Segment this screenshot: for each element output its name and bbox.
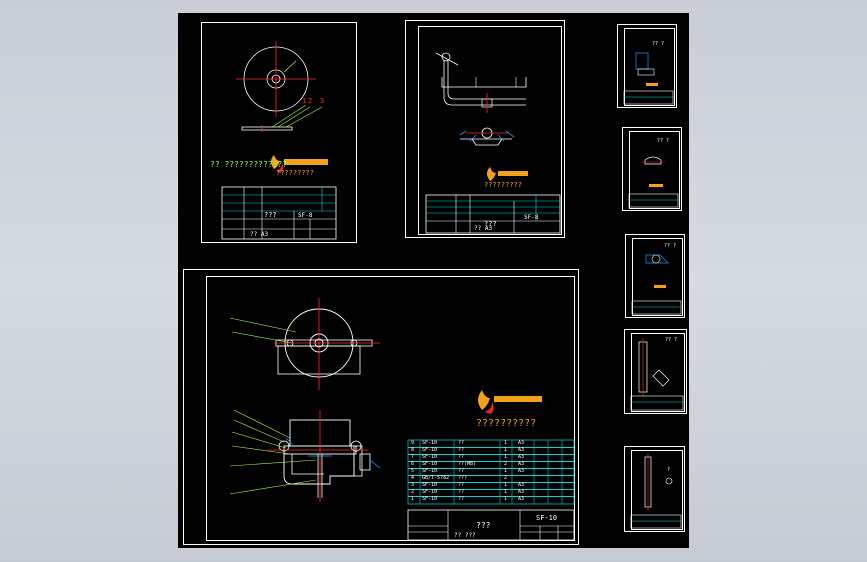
- part-qty: 1: [504, 440, 508, 446]
- thumbnail-sheet-4[interactable]: ?? ?: [624, 329, 687, 414]
- part-name: ??: [458, 496, 465, 502]
- logo-caption: ?????????: [484, 181, 522, 189]
- part-code: GB/T-5782: [422, 475, 450, 481]
- leader-number-3: 3: [320, 97, 325, 105]
- thumbnail-title: ?: [667, 467, 671, 473]
- part-sheet: A3: [518, 482, 525, 488]
- thumbnail-graphics: [628, 156, 679, 208]
- part-code: SF-10: [422, 461, 438, 467]
- thumbnail-sheet-1[interactable]: ?? ?: [617, 24, 677, 108]
- part-sheet: A3: [518, 440, 525, 446]
- part-sheet: A3: [518, 461, 525, 467]
- green-notes: ?? ?????????????: [210, 160, 288, 169]
- part-index: 3: [411, 482, 415, 488]
- thumbnail-graphics: [630, 453, 682, 529]
- drawing-code: SF-8: [298, 212, 313, 219]
- thumbnail-title: ?? ?: [665, 337, 678, 343]
- thumbnail-sheet-2[interactable]: ?? ?: [622, 127, 682, 211]
- thumbnail-graphics: [623, 52, 674, 105]
- title-label: ???: [264, 211, 277, 219]
- part-code: SF-10: [422, 468, 438, 474]
- part-index: 2: [411, 489, 415, 495]
- part-qty: 2: [504, 475, 508, 481]
- part-code: SF-10: [422, 482, 438, 488]
- part-sheet: A3: [518, 468, 525, 474]
- parts-row: 1 SF-10 ?? 1 A3: [408, 496, 574, 503]
- part-sheet: A3: [518, 454, 525, 460]
- title-label: ???: [476, 521, 491, 530]
- part-sheet: A3: [518, 496, 525, 502]
- leader-number-2: 2: [308, 97, 313, 105]
- part-sheet: A3: [518, 489, 525, 495]
- part-index: 4: [411, 475, 415, 481]
- thumbnail-title: ?? ?: [652, 41, 665, 47]
- sheet-1-graphics: [221, 41, 337, 240]
- drawing-sheet-2[interactable]: ????????? ??? SF-8 ?? A3: [405, 20, 565, 238]
- part-qty: 1: [504, 447, 508, 453]
- scale-text: ?? A3: [474, 225, 493, 232]
- part-index: 7: [411, 454, 415, 460]
- part-index: 5: [411, 468, 415, 474]
- part-name: ??: [458, 454, 465, 460]
- part-qty: 1: [504, 496, 508, 502]
- drawing-sheet-1[interactable]: 1 2 3 ?? ????????????? ????????? ??? SF-…: [201, 22, 357, 243]
- part-index: 8: [411, 447, 415, 453]
- drawing-code: SF-8: [524, 214, 539, 221]
- part-code: SF-10: [422, 440, 438, 446]
- drawing-code: SF-10: [536, 514, 558, 522]
- part-qty: 2: [504, 461, 508, 467]
- cad-drawing-canvas[interactable]: 1 2 3 ?? ????????????? ????????? ??? SF-…: [178, 13, 689, 548]
- part-sheet: A3: [518, 447, 525, 453]
- thumbnail-title: ?? ?: [657, 138, 670, 144]
- part-qty: 1: [504, 454, 508, 460]
- part-name: ??: [458, 447, 465, 453]
- part-qty: 1: [504, 489, 508, 495]
- scale-text: ?? ???: [454, 532, 476, 539]
- part-name: ??(M8): [458, 461, 477, 467]
- part-index: 1: [411, 496, 415, 502]
- part-name: ??: [458, 489, 465, 495]
- part-code: SF-10: [422, 447, 438, 453]
- thumbnail-sheet-3[interactable]: ?? ?: [625, 234, 685, 318]
- part-code: SF-10: [422, 454, 438, 460]
- part-name: ??: [458, 482, 465, 488]
- part-name: ??: [458, 468, 465, 474]
- thumbnail-sheet-5[interactable]: ?: [624, 446, 685, 532]
- part-qty: 1: [504, 468, 508, 474]
- part-index: 9: [411, 440, 415, 446]
- logo-caption: ?????????: [276, 169, 314, 177]
- part-index: 6: [411, 461, 415, 467]
- part-code: SF-10: [422, 489, 438, 495]
- part-qty: 1: [504, 482, 508, 488]
- drawing-sheet-3-assembly[interactable]: ?????????? 9 SF-10 ?? 1 A3 8 SF-10 ?? 1 …: [183, 269, 579, 545]
- sheet-2-graphics: [425, 52, 561, 234]
- thumbnail-title: ?? ?: [664, 243, 677, 249]
- part-name: ??: [458, 440, 465, 446]
- part-code: SF-10: [422, 496, 438, 502]
- parts-table: 9 SF-10 ?? 1 A3 8 SF-10 ?? 1 A3 7 SF-10 …: [408, 440, 574, 504]
- logo-caption: ??????????: [476, 418, 537, 429]
- leader-number-1: 1: [302, 97, 307, 105]
- scale-text: ?? A3: [250, 231, 269, 238]
- part-name: ???: [458, 475, 468, 481]
